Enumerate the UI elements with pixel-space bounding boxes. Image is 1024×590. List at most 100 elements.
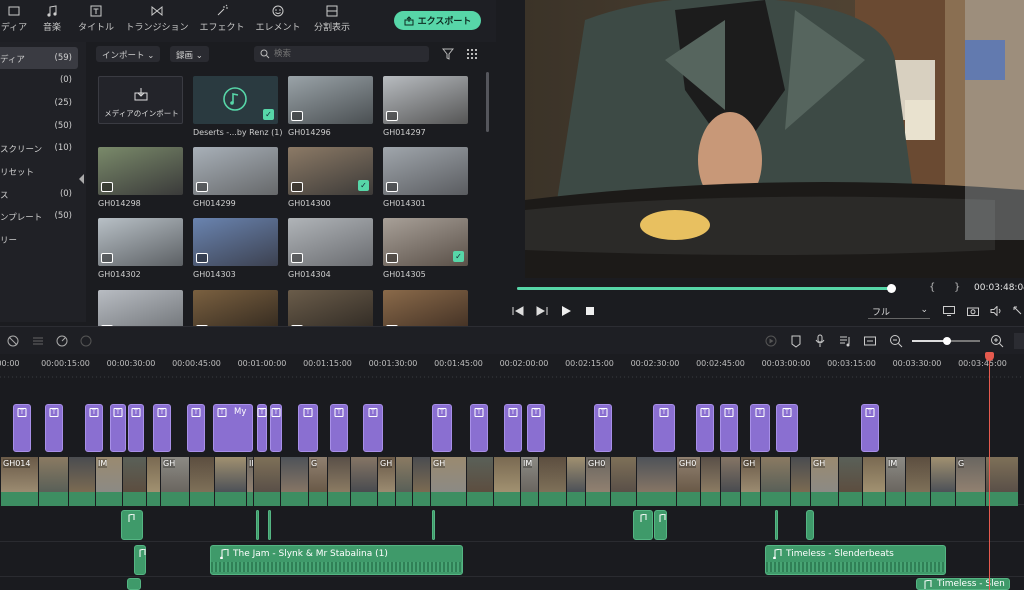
title-clip[interactable]: T <box>110 404 126 452</box>
preview-quality-select[interactable]: フル ⌄ <box>868 305 930 319</box>
video-clip[interactable] <box>790 457 810 506</box>
audio-clip-small[interactable] <box>134 545 146 575</box>
title-clip[interactable]: T <box>720 404 738 452</box>
search-input[interactable] <box>274 47 424 61</box>
title-clip[interactable]: T <box>85 404 103 452</box>
title-clip[interactable]: T <box>653 404 675 452</box>
video-clip[interactable] <box>862 457 885 506</box>
media-tile-video[interactable]: GH014297 <box>383 76 468 137</box>
speed-icon[interactable] <box>55 334 69 348</box>
title-clip[interactable]: T <box>187 404 205 452</box>
snapshot-icon[interactable] <box>967 306 979 316</box>
video-clip[interactable]: GH0 <box>585 457 610 506</box>
playhead-handle[interactable] <box>985 352 994 361</box>
play-icon[interactable] <box>561 306 571 316</box>
video-clip[interactable] <box>905 457 930 506</box>
zoom-in-icon[interactable] <box>990 334 1004 348</box>
adjust-icon[interactable] <box>31 334 45 348</box>
video-clip[interactable] <box>327 457 350 506</box>
video-clip[interactable] <box>350 457 377 506</box>
title-clip[interactable]: T <box>470 404 488 452</box>
video-clip[interactable]: GH <box>377 457 395 506</box>
sidebar-item-media[interactable]: ディア (59) <box>0 47 78 69</box>
title-clip[interactable]: T <box>298 404 318 452</box>
audio-clip-small[interactable] <box>806 510 814 540</box>
video-clip[interactable] <box>280 457 308 506</box>
title-clip[interactable]: T <box>13 404 31 452</box>
grid-view-icon[interactable] <box>466 48 478 60</box>
video-clip[interactable]: GH <box>430 457 466 506</box>
zoom-slider-knob[interactable] <box>943 337 951 345</box>
audio-clip-small[interactable] <box>432 510 435 540</box>
video-clip[interactable] <box>214 457 246 506</box>
volume-icon[interactable] <box>990 306 1002 316</box>
video-clip[interactable] <box>68 457 95 506</box>
stop-icon[interactable] <box>586 307 595 316</box>
sidebar-item-preset[interactable]: リセット <box>0 160 78 182</box>
import-media-tile[interactable]: メディアのインポート <box>98 76 183 124</box>
sidebar-item-screen[interactable]: スクリーン (10) <box>0 137 78 159</box>
title-clip[interactable]: T <box>270 404 282 452</box>
video-clip[interactable]: IM <box>885 457 905 506</box>
video-clip[interactable] <box>838 457 862 506</box>
mark-in-button[interactable]: { <box>929 282 935 293</box>
video-clip[interactable]: G <box>955 457 985 506</box>
video-clip[interactable] <box>538 457 566 506</box>
audio-clip-small[interactable] <box>633 510 653 540</box>
monitor-icon[interactable] <box>943 306 955 316</box>
title-clip[interactable]: T <box>594 404 612 452</box>
audio-clip-small[interactable] <box>268 510 271 540</box>
title-clip[interactable]: T <box>257 404 267 452</box>
audio-clip-small[interactable] <box>775 510 778 540</box>
audio-clip-small[interactable] <box>256 510 259 540</box>
sidebar-item[interactable]: ス (0) <box>0 183 78 205</box>
media-tile-video[interactable]: GH014302 <box>98 218 183 279</box>
video-clip[interactable] <box>466 457 493 506</box>
sidebar-item[interactable]: (50) <box>0 115 78 137</box>
video-clip[interactable]: GH014 <box>0 457 38 506</box>
zoom-out-icon[interactable] <box>889 334 903 348</box>
video-clip[interactable]: G <box>308 457 327 506</box>
record-dropdown[interactable]: 録画 ⌄ <box>170 46 209 62</box>
timeline-ruler[interactable]: 00:00 00:00:15:00 00:00:30:00 00:00:45:00 00… <box>0 354 1024 378</box>
video-clip[interactable] <box>493 457 520 506</box>
mark-out-button[interactable]: } <box>954 282 960 293</box>
media-tile-video[interactable]: GH014304 <box>288 218 373 279</box>
media-tile-video[interactable]: GH014303 <box>193 218 278 279</box>
collapse-sidebar-icon[interactable] <box>78 174 85 184</box>
next-frame-icon[interactable] <box>536 306 548 316</box>
audio-clip-small[interactable] <box>127 578 141 590</box>
tab-title[interactable]: タイトル <box>78 4 114 33</box>
title-clip[interactable]: T <box>128 404 144 452</box>
export-button[interactable]: エクスポート <box>394 11 481 30</box>
audio-clip-the-jam[interactable]: The Jam - Slynk & Mr Stabalina (1) <box>210 545 463 575</box>
title-clip[interactable]: T <box>776 404 798 452</box>
video-clip[interactable] <box>395 457 412 506</box>
sidebar-item[interactable]: (25) <box>0 92 78 114</box>
video-clip[interactable] <box>189 457 214 506</box>
title-clip[interactable]: T <box>153 404 171 452</box>
tab-element[interactable]: エレメント <box>255 4 301 33</box>
title-clip[interactable]: T <box>363 404 383 452</box>
video-clip[interactable] <box>930 457 955 506</box>
title-clip[interactable]: T <box>696 404 714 452</box>
import-dropdown[interactable]: インポート ⌄ <box>96 46 161 62</box>
tab-effect[interactable]: エフェクト <box>199 4 245 33</box>
render-icon[interactable] <box>764 334 778 348</box>
video-clip[interactable]: GH <box>740 457 760 506</box>
title-clip[interactable]: T <box>504 404 522 452</box>
media-tile-video[interactable]: GH014299 <box>193 147 278 208</box>
video-clip[interactable] <box>636 457 676 506</box>
media-tile-audio[interactable]: ✓ Deserts -...by Renz (1) <box>193 76 282 137</box>
audio-clip-timeless[interactable]: Timeless - Slenderbeats <box>765 545 946 575</box>
title-clip[interactable]: T <box>432 404 452 452</box>
title-clip[interactable]: T <box>45 404 63 452</box>
video-clip[interactable] <box>412 457 430 506</box>
cut-icon[interactable] <box>6 334 20 348</box>
media-tile-video[interactable]: GH014301 <box>383 147 468 208</box>
media-tile-video[interactable]: GH014298 <box>98 147 183 208</box>
media-tile-video[interactable]: ✓ GH014300 <box>288 147 373 208</box>
video-clip[interactable] <box>700 457 720 506</box>
video-clip[interactable] <box>760 457 790 506</box>
video-clip[interactable]: IM <box>95 457 122 506</box>
